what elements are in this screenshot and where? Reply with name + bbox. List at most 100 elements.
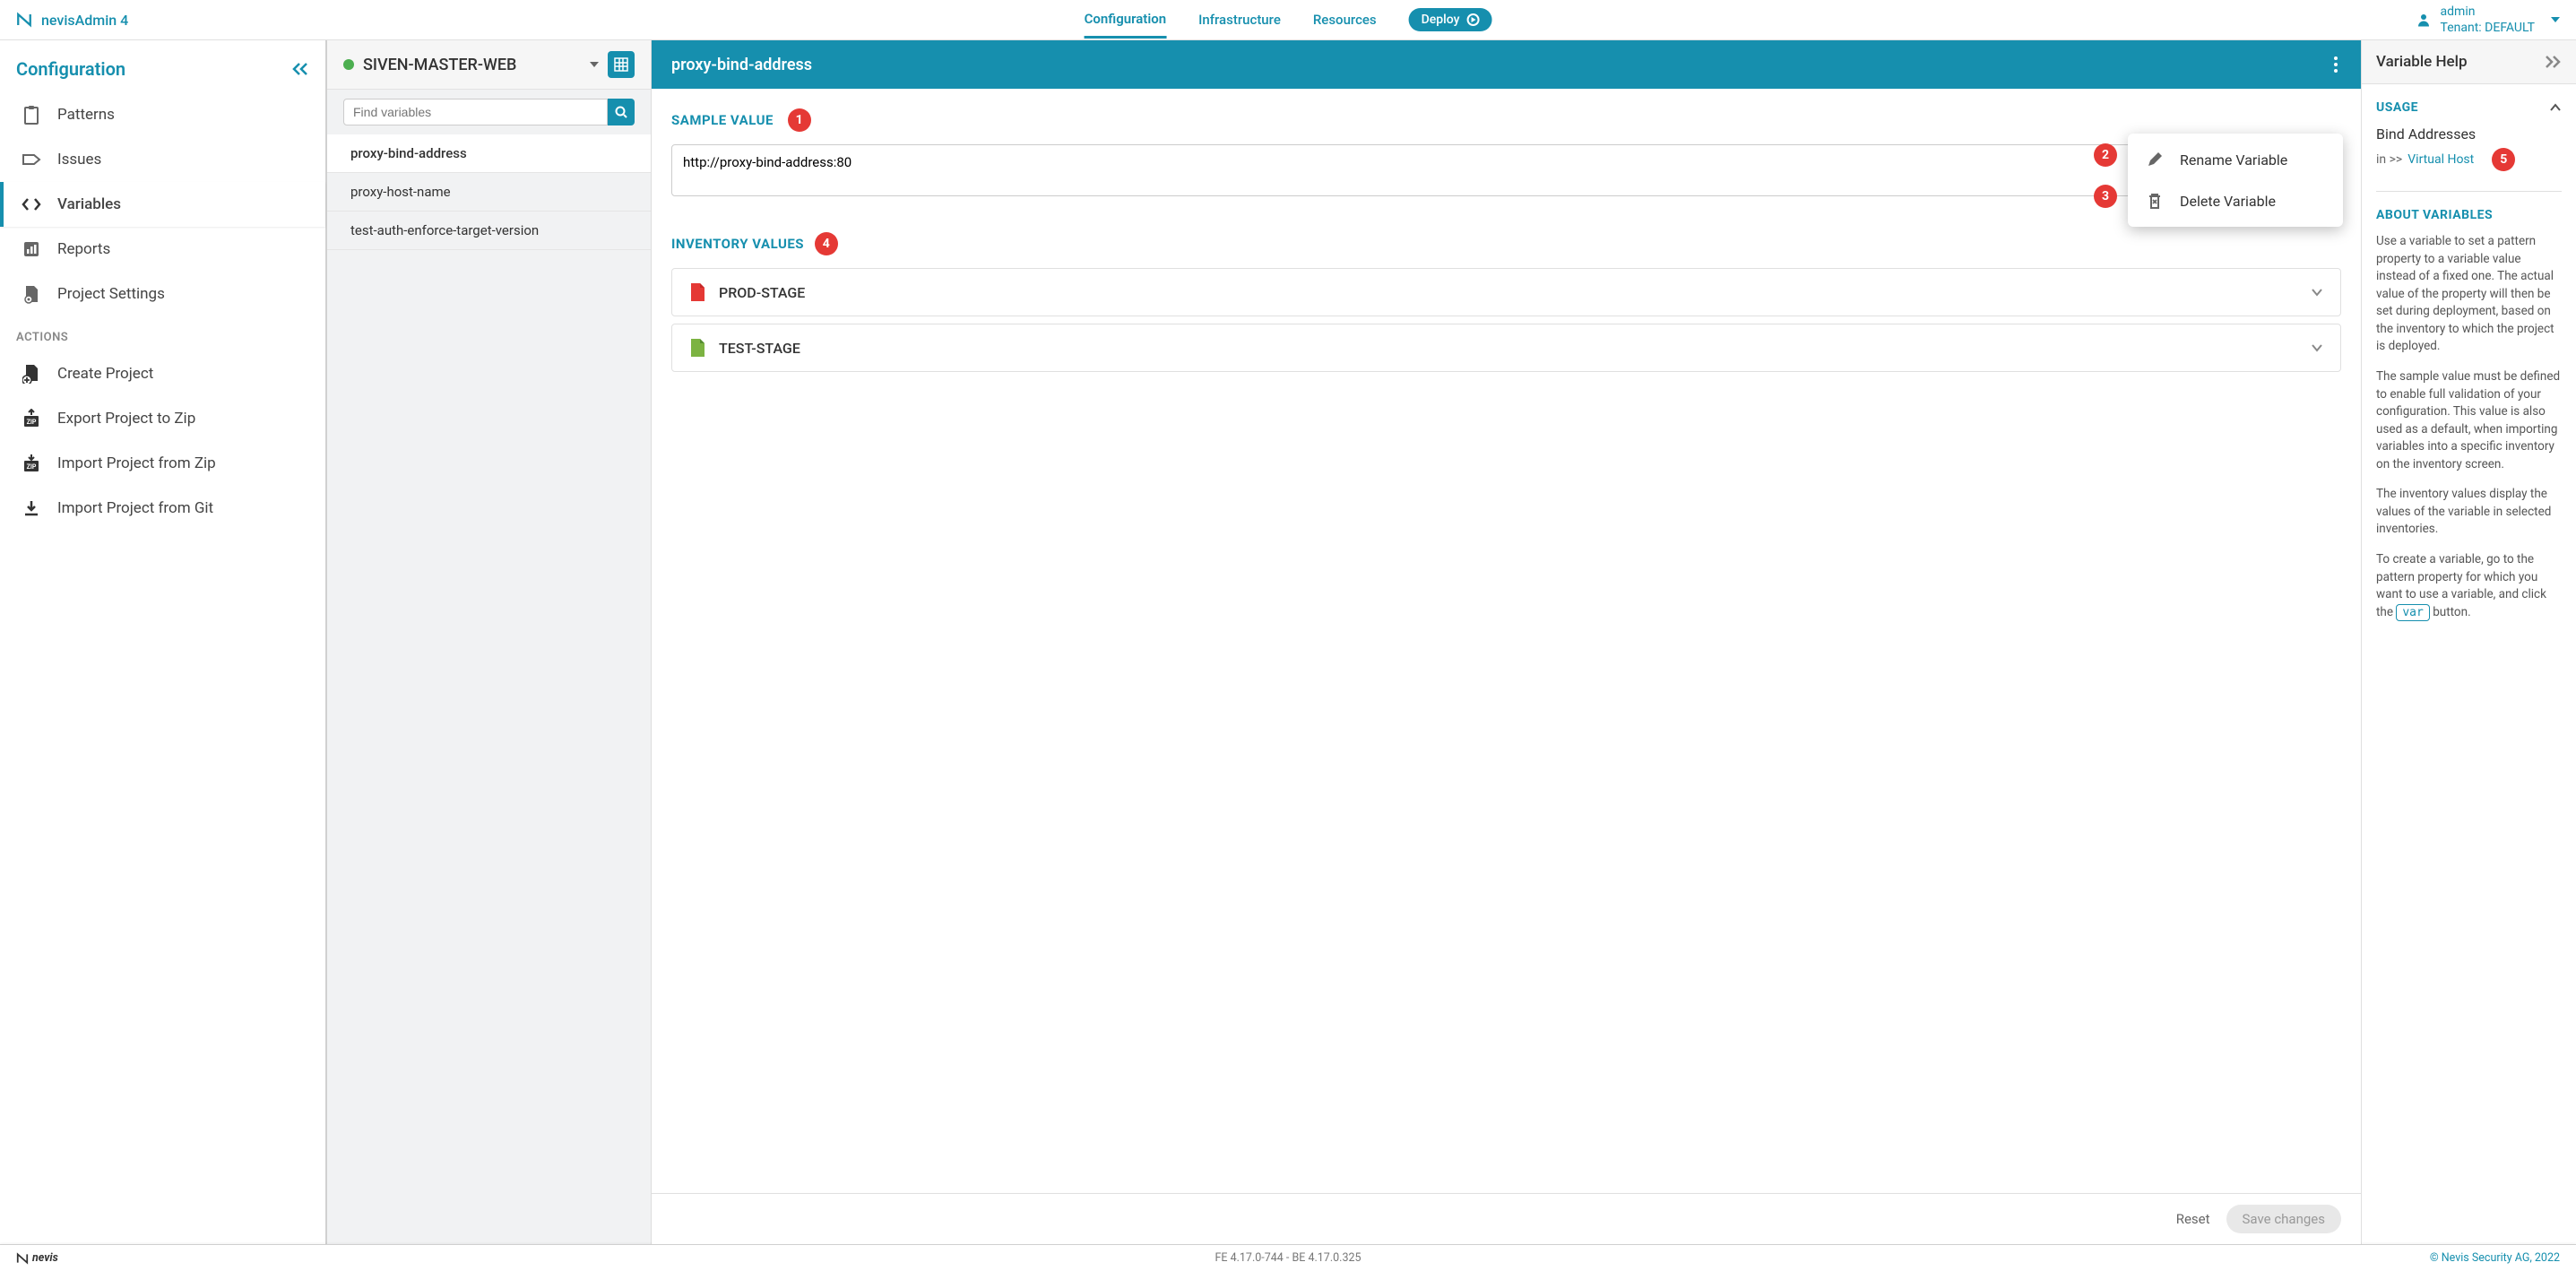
action-import-git[interactable]: Import Project from Git xyxy=(0,486,325,531)
svg-text:ZIP: ZIP xyxy=(27,419,37,426)
file-plus-icon xyxy=(22,364,41,384)
help-paragraph: The inventory values display the values … xyxy=(2376,486,2562,539)
chart-icon xyxy=(22,239,41,259)
action-label: Import Project from Git xyxy=(57,499,213,517)
deploy-label: Deploy xyxy=(1422,13,1460,27)
action-label: Create Project xyxy=(57,365,153,383)
help-paragraph: The sample value must be defined to enab… xyxy=(2376,368,2562,473)
variable-title: proxy-bind-address xyxy=(671,56,812,74)
nevis-logo-icon xyxy=(16,12,32,28)
virtual-host-link[interactable]: Virtual Host xyxy=(2407,152,2474,167)
variable-item[interactable]: test-auth-enforce-target-version xyxy=(327,212,651,250)
action-create-project[interactable]: Create Project xyxy=(0,351,325,396)
table-view-button[interactable] xyxy=(608,51,635,78)
project-selector[interactable]: SIVEN-MASTER-WEB xyxy=(363,56,577,74)
sample-value-label: SAMPLE VALUE xyxy=(671,112,774,128)
brand-text: nevisAdmin 4 xyxy=(41,12,128,29)
sidebar-actions-label: ACTIONS xyxy=(0,316,325,351)
sidebar-collapse-button[interactable] xyxy=(291,62,309,76)
project-name-label: SIVEN-MASTER-WEB xyxy=(363,56,516,74)
user-name: admin xyxy=(2441,4,2535,20)
variable-detail-panel: proxy-bind-address SAMPLE VALUE 1 Rename… xyxy=(652,40,2361,1244)
usage-label: USAGE xyxy=(2376,100,2418,115)
footer-version: FE 4.17.0-744 - BE 4.17.0.325 xyxy=(1215,1251,1361,1265)
action-import-zip[interactable]: ZIP Import Project from Zip xyxy=(0,441,325,486)
annotation-badge-3: 3 xyxy=(2094,185,2117,208)
help-paragraph: To create a variable, go to the pattern … xyxy=(2376,551,2562,622)
search-button[interactable] xyxy=(608,99,635,125)
inventory-name: TEST-STAGE xyxy=(719,340,2297,357)
inventory-row-prod[interactable]: PROD-STAGE xyxy=(671,268,2341,316)
inventory-name: PROD-STAGE xyxy=(719,284,2297,301)
detail-header: proxy-bind-address xyxy=(652,40,2361,89)
help-expand-button[interactable] xyxy=(2544,55,2562,69)
action-label: Export Project to Zip xyxy=(57,410,195,428)
variable-menu-button[interactable] xyxy=(2330,53,2341,76)
footer-brand: nevis xyxy=(16,1251,58,1265)
sidebar-item-issues[interactable]: Issues xyxy=(0,137,325,182)
save-button[interactable]: Save changes xyxy=(2226,1205,2341,1233)
var-pill: var xyxy=(2396,604,2429,621)
grid-icon xyxy=(614,57,628,72)
chevron-down-icon xyxy=(590,62,599,67)
nav-configuration[interactable]: Configuration xyxy=(1085,2,1167,39)
top-bar: nevisAdmin 4 Configuration Infrastructur… xyxy=(0,0,2576,40)
inventory-row-test[interactable]: TEST-STAGE xyxy=(671,324,2341,372)
annotation-badge-5: 5 xyxy=(2492,148,2515,171)
sidebar-item-label: Reports xyxy=(57,240,110,258)
action-label: Import Project from Zip xyxy=(57,454,216,472)
action-export-zip[interactable]: ZIP Export Project to Zip xyxy=(0,396,325,441)
delete-variable-button[interactable]: Delete Variable 3 xyxy=(2128,180,2343,221)
reset-button[interactable]: Reset xyxy=(2176,1211,2210,1227)
nav-resources[interactable]: Resources xyxy=(1313,3,1377,37)
sidebar-item-patterns[interactable]: Patterns xyxy=(0,92,325,137)
trash-icon xyxy=(2146,192,2164,210)
sidebar-item-label: Patterns xyxy=(57,106,115,124)
sidebar: Configuration Patterns Issues Variables … xyxy=(0,40,327,1244)
sidebar-item-label: Project Settings xyxy=(57,285,165,303)
rename-variable-button[interactable]: Rename Variable 2 xyxy=(2128,139,2343,180)
user-icon xyxy=(2416,12,2432,28)
clipboard-icon xyxy=(22,105,41,125)
annotation-badge-4: 4 xyxy=(815,232,838,255)
variable-item[interactable]: proxy-bind-address xyxy=(327,134,651,173)
zip-up-icon: ZIP xyxy=(22,409,41,428)
deploy-button[interactable]: Deploy xyxy=(1409,8,1492,31)
sidebar-item-reports[interactable]: Reports xyxy=(0,227,325,272)
nav-infrastructure[interactable]: Infrastructure xyxy=(1198,3,1281,37)
chevron-up-icon[interactable] xyxy=(2549,103,2562,112)
variable-item[interactable]: proxy-host-name xyxy=(327,173,651,212)
help-paragraph: Use a variable to set a pattern property… xyxy=(2376,233,2562,356)
tag-icon xyxy=(22,150,41,169)
user-menu[interactable]: admin Tenant: DEFAULT xyxy=(2416,4,2560,36)
file-icon xyxy=(688,337,706,359)
about-label: ABOUT VARIABLES xyxy=(2376,208,2493,222)
help-title: Variable Help xyxy=(2376,53,2468,71)
footer-copyright: © Nevis Security AG, 2022 xyxy=(2430,1251,2560,1265)
chevron-down-icon xyxy=(2310,341,2324,355)
sample-value-input[interactable] xyxy=(671,144,2341,196)
code-icon xyxy=(22,195,41,214)
svg-text:ZIP: ZIP xyxy=(27,463,37,471)
variables-panel: SIVEN-MASTER-WEB proxy-bind-address prox… xyxy=(327,40,652,1244)
variable-context-menu: Rename Variable 2 Delete Variable 3 xyxy=(2128,134,2343,227)
file-icon xyxy=(688,281,706,303)
sidebar-item-label: Issues xyxy=(57,151,101,169)
user-tenant: Tenant: DEFAULT xyxy=(2441,20,2535,36)
pencil-icon xyxy=(2146,151,2164,169)
sidebar-item-project-settings[interactable]: Project Settings xyxy=(0,272,325,316)
sidebar-title: Configuration xyxy=(16,58,125,80)
search-icon xyxy=(615,106,627,118)
double-chevron-left-icon xyxy=(291,62,309,76)
delete-label: Delete Variable xyxy=(2180,193,2276,210)
search-variables-input[interactable] xyxy=(343,99,608,125)
double-chevron-right-icon xyxy=(2544,55,2562,69)
rename-label: Rename Variable xyxy=(2180,151,2287,169)
brand-logo[interactable]: nevisAdmin 4 xyxy=(16,12,128,29)
zip-down-icon: ZIP xyxy=(22,454,41,473)
nevis-logo-icon xyxy=(16,1252,29,1265)
sidebar-item-variables[interactable]: Variables xyxy=(0,182,325,227)
annotation-badge-1: 1 xyxy=(788,108,811,132)
sidebar-item-label: Variables xyxy=(57,195,121,213)
annotation-badge-2: 2 xyxy=(2094,143,2117,167)
